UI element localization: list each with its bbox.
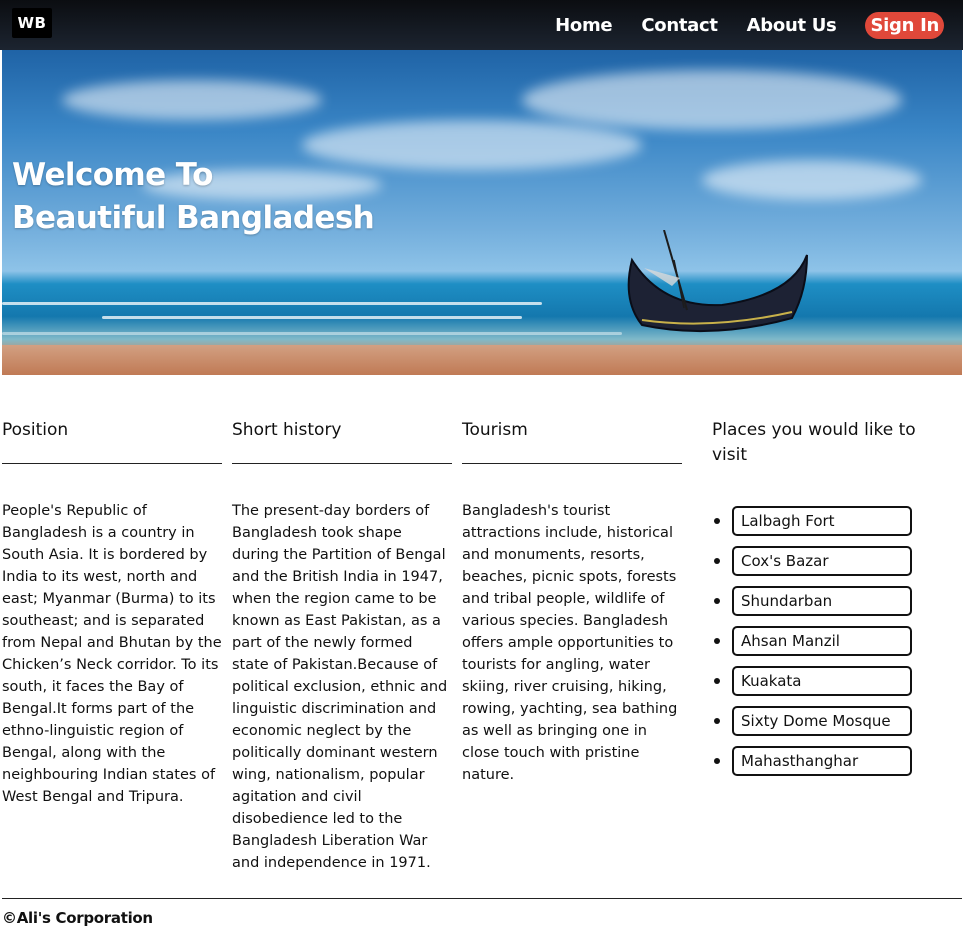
bullet-icon: [714, 718, 720, 724]
place-button-kuakata[interactable]: Kuakata: [732, 666, 912, 696]
bullet-icon: [714, 558, 720, 564]
places-list: Lalbagh Fort Cox's Bazar Shundarban Ahsa…: [712, 506, 932, 786]
list-item: Cox's Bazar: [712, 546, 932, 586]
section-text: People's Republic of Bangladesh is a cou…: [2, 503, 222, 805]
beach-sand: [2, 345, 962, 375]
section-heading: Position: [2, 418, 222, 464]
site-logo[interactable]: WB: [12, 8, 52, 38]
section-heading: Tourism: [462, 418, 682, 464]
place-button-coxs-bazar[interactable]: Cox's Bazar: [732, 546, 912, 576]
section-text: Bangladesh's tourist attractions include…: [462, 503, 678, 783]
places-heading: Places you would like to visit: [712, 420, 916, 465]
navbar: WB Home Contact About Us Sign In: [0, 0, 963, 50]
list-item: Ahsan Manzil: [712, 626, 932, 666]
list-item: Sixty Dome Mosque: [712, 706, 932, 746]
bullet-icon: [714, 598, 720, 604]
place-button-lalbagh-fort[interactable]: Lalbagh Fort: [732, 506, 912, 536]
bullet-icon: [714, 678, 720, 684]
nav-link-contact[interactable]: Contact: [641, 15, 718, 36]
wave: [2, 302, 542, 305]
bullet-icon: [714, 638, 720, 644]
boat-image: [627, 230, 808, 333]
list-item: Kuakata: [712, 666, 932, 706]
cloud: [522, 70, 902, 130]
places-to-visit: Places you would like to visit Lalbagh F…: [712, 418, 932, 786]
list-item: Lalbagh Fort: [712, 506, 932, 546]
bullet-icon: [714, 518, 720, 524]
list-item: Mahasthanghar: [712, 746, 932, 786]
nav-link-home[interactable]: Home: [555, 15, 613, 36]
place-button-sixty-dome-mosque[interactable]: Sixty Dome Mosque: [732, 706, 912, 736]
section-tourism: Tourism Bangladesh's tourist attractions…: [462, 418, 682, 786]
wave: [102, 316, 522, 319]
nav-link-about-us[interactable]: About Us: [747, 15, 837, 36]
hero-title-line-1: Welcome To: [12, 157, 213, 193]
section-text: The present-day borders of Bangladesh to…: [232, 503, 448, 871]
section-position: Position People's Republic of Bangladesh…: [2, 418, 222, 808]
nav-links: Home Contact About Us Sign In: [526, 0, 963, 50]
hero-title-line-2: Beautiful Bangladesh: [12, 200, 375, 236]
footer-copyright: ©Ali's Corporation: [2, 909, 153, 927]
place-button-shundarban[interactable]: Shundarban: [732, 586, 912, 616]
sign-in-button[interactable]: Sign In: [865, 11, 944, 39]
section-heading: Short history: [232, 418, 452, 464]
bullet-icon: [714, 758, 720, 764]
cloud: [702, 160, 922, 200]
hero-title: Welcome To Beautiful Bangladesh: [12, 154, 375, 240]
place-button-ahsan-manzil[interactable]: Ahsan Manzil: [732, 626, 912, 656]
hero-banner: Welcome To Beautiful Bangladesh: [2, 50, 962, 375]
wave: [2, 332, 622, 335]
cloud: [62, 80, 322, 120]
section-short-history: Short history The present-day borders of…: [232, 418, 452, 874]
list-item: Shundarban: [712, 586, 932, 626]
place-button-mahasthanghar[interactable]: Mahasthanghar: [732, 746, 912, 776]
footer-divider: [2, 898, 962, 899]
